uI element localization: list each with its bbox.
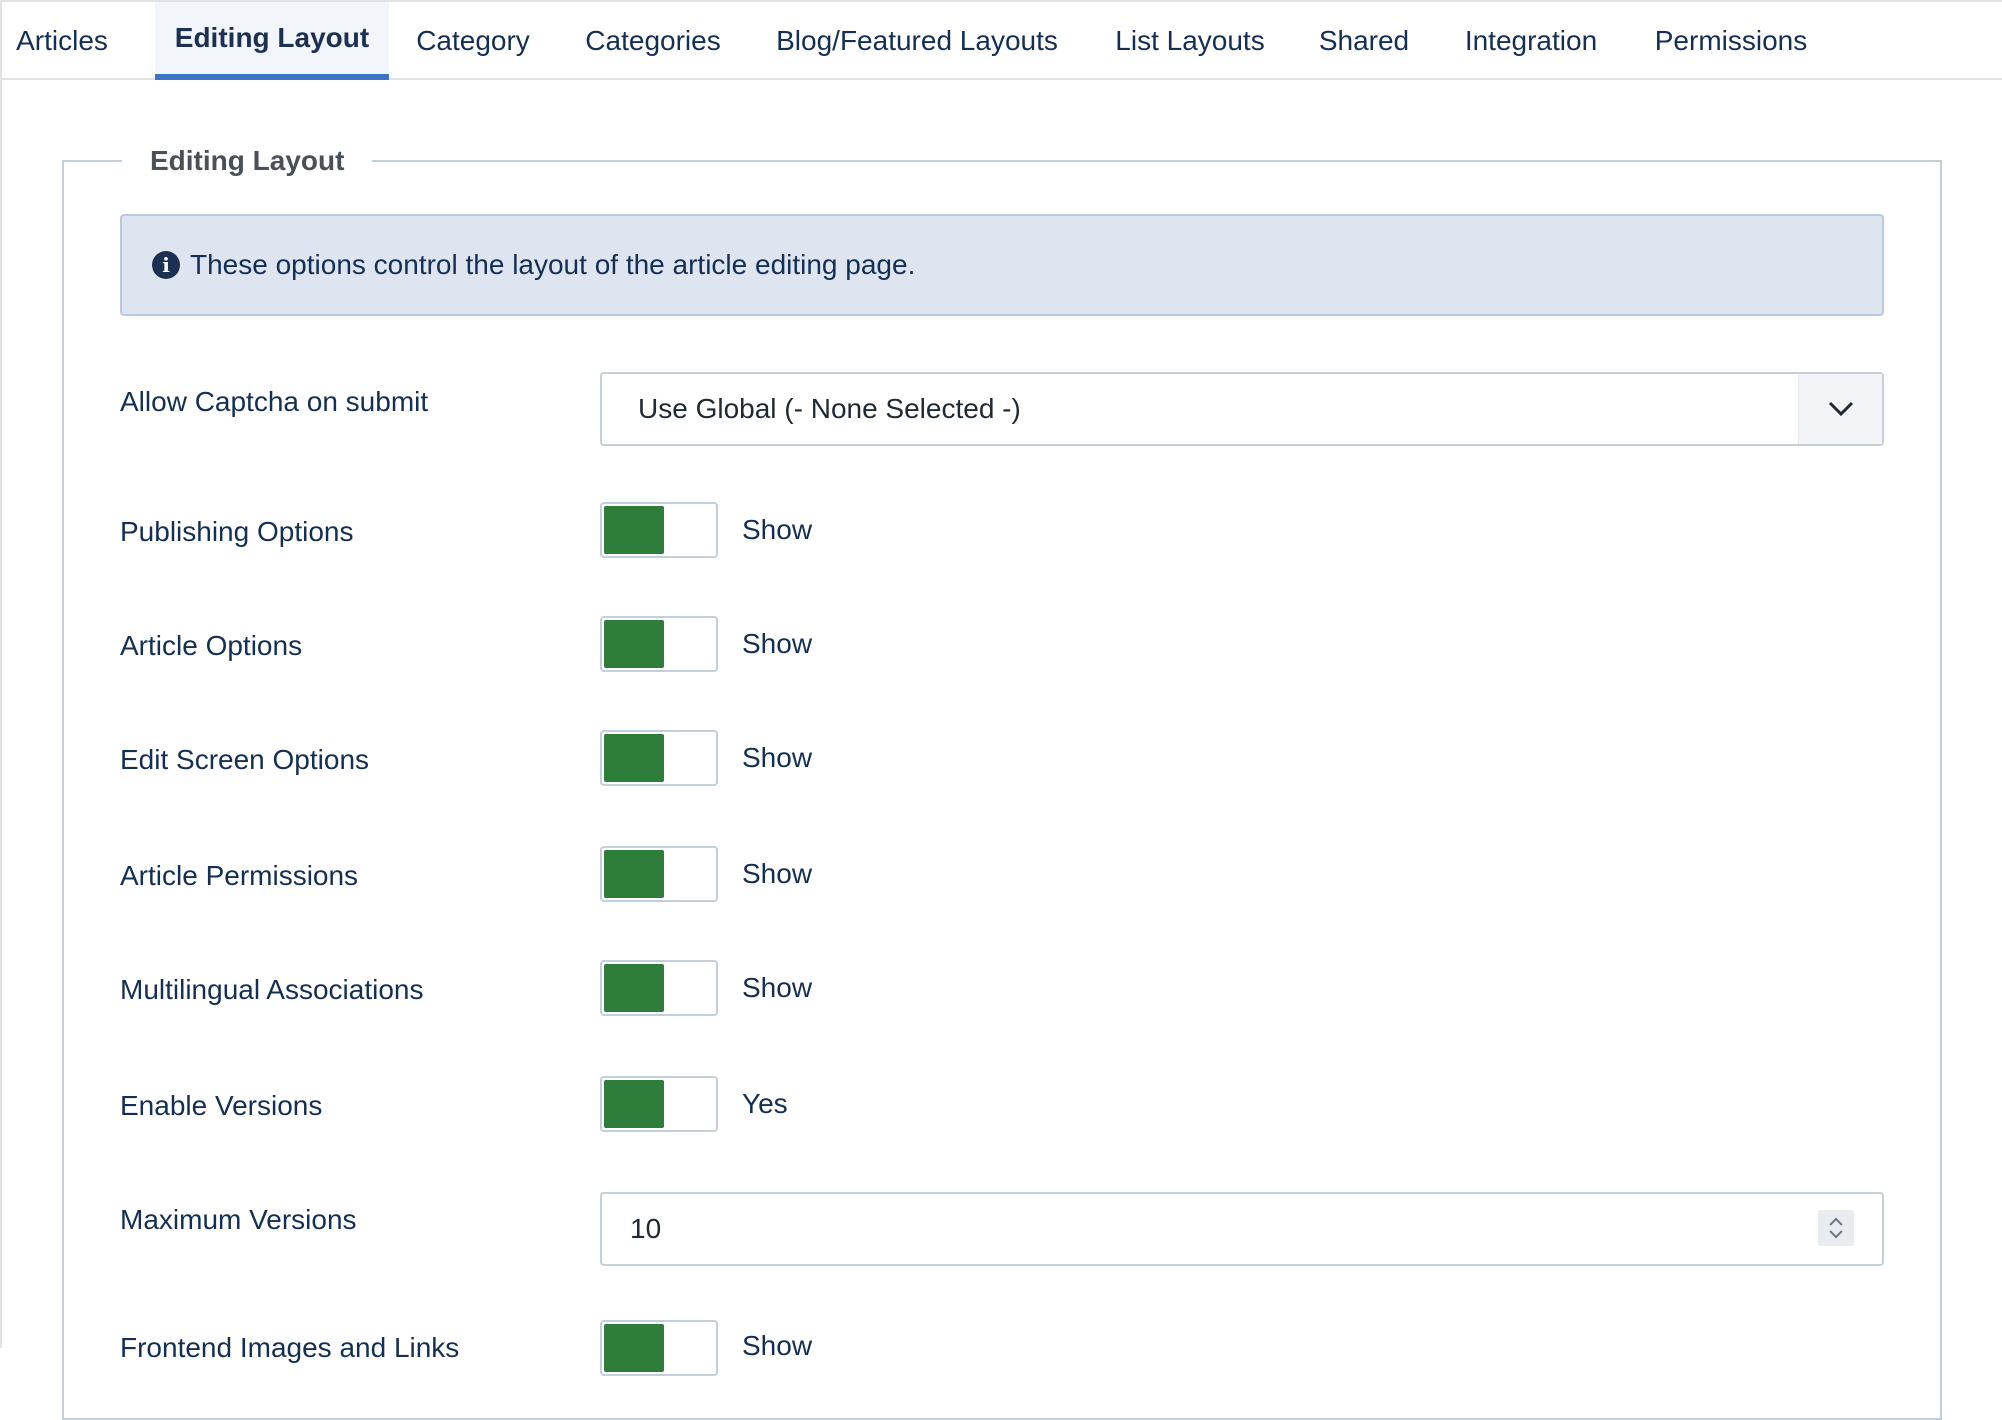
tab-list-layouts[interactable]: List Layouts	[1102, 2, 1278, 80]
tab-category[interactable]: Category	[408, 2, 538, 80]
tab-articles[interactable]: Articles	[4, 2, 120, 80]
options-panel: Articles Editing Layout Category Categor…	[0, 0, 2002, 1420]
number-spinner-icon[interactable]	[1818, 1210, 1854, 1246]
tab-blog-featured-layouts[interactable]: Blog/Featured Layouts	[766, 2, 1068, 80]
article-permissions-state: Show	[742, 858, 813, 889]
captcha-select[interactable]: Use Global (- None Selected -)	[600, 372, 1884, 446]
multilingual-associations-toggle[interactable]	[600, 960, 718, 1016]
frontend-images-links-toggle[interactable]	[600, 1320, 718, 1376]
toggle-on-indicator	[604, 620, 664, 668]
publishing-options-state: Show	[742, 514, 813, 545]
toggle-on-indicator	[604, 506, 664, 554]
enable-versions-state: Yes	[742, 1088, 788, 1119]
publishing-options-toggle[interactable]	[600, 502, 718, 558]
edit-screen-options-state: Show	[742, 742, 813, 773]
tab-permissions[interactable]: Permissions	[1648, 2, 1814, 80]
toggle-on-indicator	[604, 850, 664, 898]
article-options-toggle[interactable]	[600, 616, 718, 672]
tab-shared[interactable]: Shared	[1312, 2, 1416, 80]
info-circle-icon: i	[152, 251, 180, 279]
frontend-images-links-state: Show	[742, 1330, 813, 1361]
chevron-down-icon[interactable]	[1798, 374, 1882, 444]
edit-screen-options-label: Edit Screen Options	[120, 744, 370, 775]
maximum-versions-input[interactable]	[630, 1194, 1730, 1264]
toggle-on-indicator	[604, 1080, 664, 1128]
toggle-on-indicator	[604, 1324, 664, 1372]
edit-screen-options-toggle[interactable]	[600, 730, 718, 786]
maximum-versions-field	[600, 1192, 1884, 1266]
multilingual-associations-label: Multilingual Associations	[120, 974, 424, 1005]
enable-versions-label: Enable Versions	[120, 1090, 323, 1121]
frontend-images-links-label: Frontend Images and Links	[120, 1332, 460, 1363]
tab-integration[interactable]: Integration	[1450, 2, 1612, 80]
article-options-label: Article Options	[120, 630, 303, 661]
maximum-versions-label: Maximum Versions	[120, 1204, 357, 1235]
article-permissions-label: Article Permissions	[120, 860, 359, 891]
publishing-options-label: Publishing Options	[120, 516, 354, 547]
article-permissions-toggle[interactable]	[600, 846, 718, 902]
fieldset-legend: Editing Layout	[122, 140, 373, 182]
article-options-state: Show	[742, 628, 813, 659]
info-alert-text: These options control the layout of the …	[190, 249, 916, 280]
tab-categories[interactable]: Categories	[572, 2, 734, 80]
toggle-on-indicator	[604, 964, 664, 1012]
captcha-select-value: Use Global (- None Selected -)	[638, 393, 1021, 424]
captcha-label: Allow Captcha on submit	[120, 386, 429, 417]
toggle-on-indicator	[604, 734, 664, 782]
tab-bar: Articles Editing Layout Category Categor…	[2, 0, 2002, 80]
enable-versions-toggle[interactable]	[600, 1076, 718, 1132]
tab-editing-layout[interactable]: Editing Layout	[155, 2, 389, 80]
multilingual-associations-state: Show	[742, 972, 813, 1003]
info-alert: i These options control the layout of th…	[120, 214, 1884, 316]
